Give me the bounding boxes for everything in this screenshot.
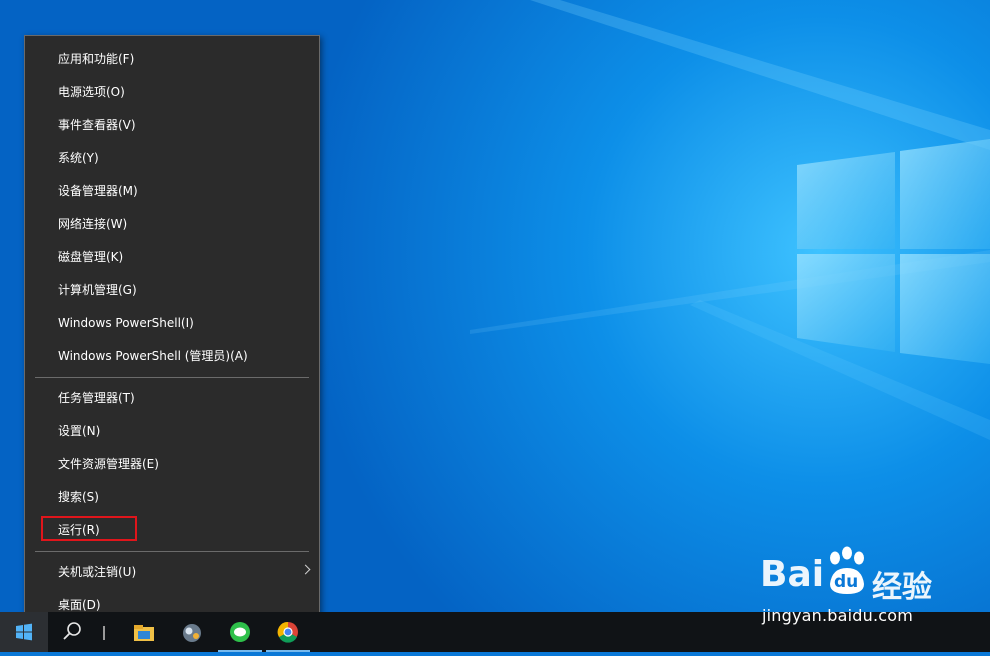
logo-text-bai: Bai (760, 554, 825, 595)
menu-item-label: 事件查看器(V) (58, 118, 136, 132)
menu-item-computer-management[interactable]: 计算机管理(G) (25, 274, 319, 306)
menu-item-network-connections[interactable]: 网络连接(W) (25, 208, 319, 240)
menu-item-label: 系统(Y) (58, 151, 99, 165)
menu-item-label: 设备管理器(M) (58, 184, 138, 198)
menu-item-system[interactable]: 系统(Y) (25, 142, 319, 174)
menu-item-label: 网络连接(W) (58, 217, 128, 231)
wechat-icon (230, 622, 250, 642)
chrome-icon (277, 621, 298, 643)
menu-item-task-manager[interactable]: 任务管理器(T) (25, 382, 319, 414)
chevron-right-icon (300, 564, 311, 575)
task-view-icon (103, 626, 105, 640)
menu-item-apps-features[interactable]: 应用和功能(F) (25, 43, 319, 75)
menu-item-powershell[interactable]: Windows PowerShell(I) (25, 307, 319, 339)
menu-item-event-viewer[interactable]: 事件查看器(V) (25, 109, 319, 141)
menu-item-label: 搜索(S) (58, 490, 99, 504)
menu-item-search[interactable]: 搜索(S) (25, 481, 319, 513)
menu-item-label: Windows PowerShell (管理员)(A) (58, 349, 248, 363)
task-view-button[interactable] (86, 612, 116, 652)
taskbar-app-file-explorer[interactable] (120, 612, 168, 652)
menu-item-label: 任务管理器(T) (58, 391, 135, 405)
menu-item-label: 磁盘管理(K) (58, 250, 124, 264)
menu-item-run[interactable]: 运行(R) (25, 514, 319, 546)
menu-item-disk-management[interactable]: 磁盘管理(K) (25, 241, 319, 273)
menu-separator (35, 377, 309, 378)
menu-item-label: 计算机管理(G) (58, 283, 137, 297)
menu-item-label: 应用和功能(F) (58, 52, 135, 66)
menu-item-settings[interactable]: 设置(N) (25, 415, 319, 447)
taskbar-app[interactable] (168, 612, 216, 652)
menu-separator (35, 551, 309, 552)
menu-item-label: 设置(N) (58, 424, 101, 438)
menu-item-file-explorer[interactable]: 文件资源管理器(E) (25, 448, 319, 480)
taskbar-app-chrome[interactable] (264, 612, 312, 652)
app-icon (183, 624, 201, 642)
baidu-jingyan-watermark: Bai du 经验 jingyan.baidu.com (760, 544, 985, 634)
menu-item-shutdown-signout[interactable]: 关机或注销(U) (25, 556, 319, 588)
menu-item-label: 文件资源管理器(E) (58, 457, 159, 471)
windows-start-icon (16, 623, 32, 641)
watermark-url: jingyan.baidu.com (762, 606, 914, 625)
menu-item-label: 电源选项(O) (58, 85, 125, 99)
menu-item-power-options[interactable]: 电源选项(O) (25, 76, 319, 108)
menu-item-label: Windows PowerShell(I) (58, 316, 194, 330)
start-button[interactable] (0, 612, 48, 652)
menu-item-label: 运行(R) (58, 523, 100, 537)
menu-item-label: 桌面(D) (58, 598, 101, 612)
menu-item-label: 关机或注销(U) (58, 565, 137, 579)
menu-item-powershell-admin[interactable]: Windows PowerShell (管理员)(A) (25, 340, 319, 372)
menu-item-device-manager[interactable]: 设备管理器(M) (25, 175, 319, 207)
logo-text-jingyan: 经验 (872, 570, 932, 605)
power-user-menu: 应用和功能(F) 电源选项(O) 事件查看器(V) 系统(Y) 设备管理器(M)… (24, 35, 320, 631)
taskbar-app-wechat[interactable] (216, 612, 264, 652)
logo-text-du: du (834, 572, 859, 592)
file-explorer-icon (134, 625, 154, 641)
